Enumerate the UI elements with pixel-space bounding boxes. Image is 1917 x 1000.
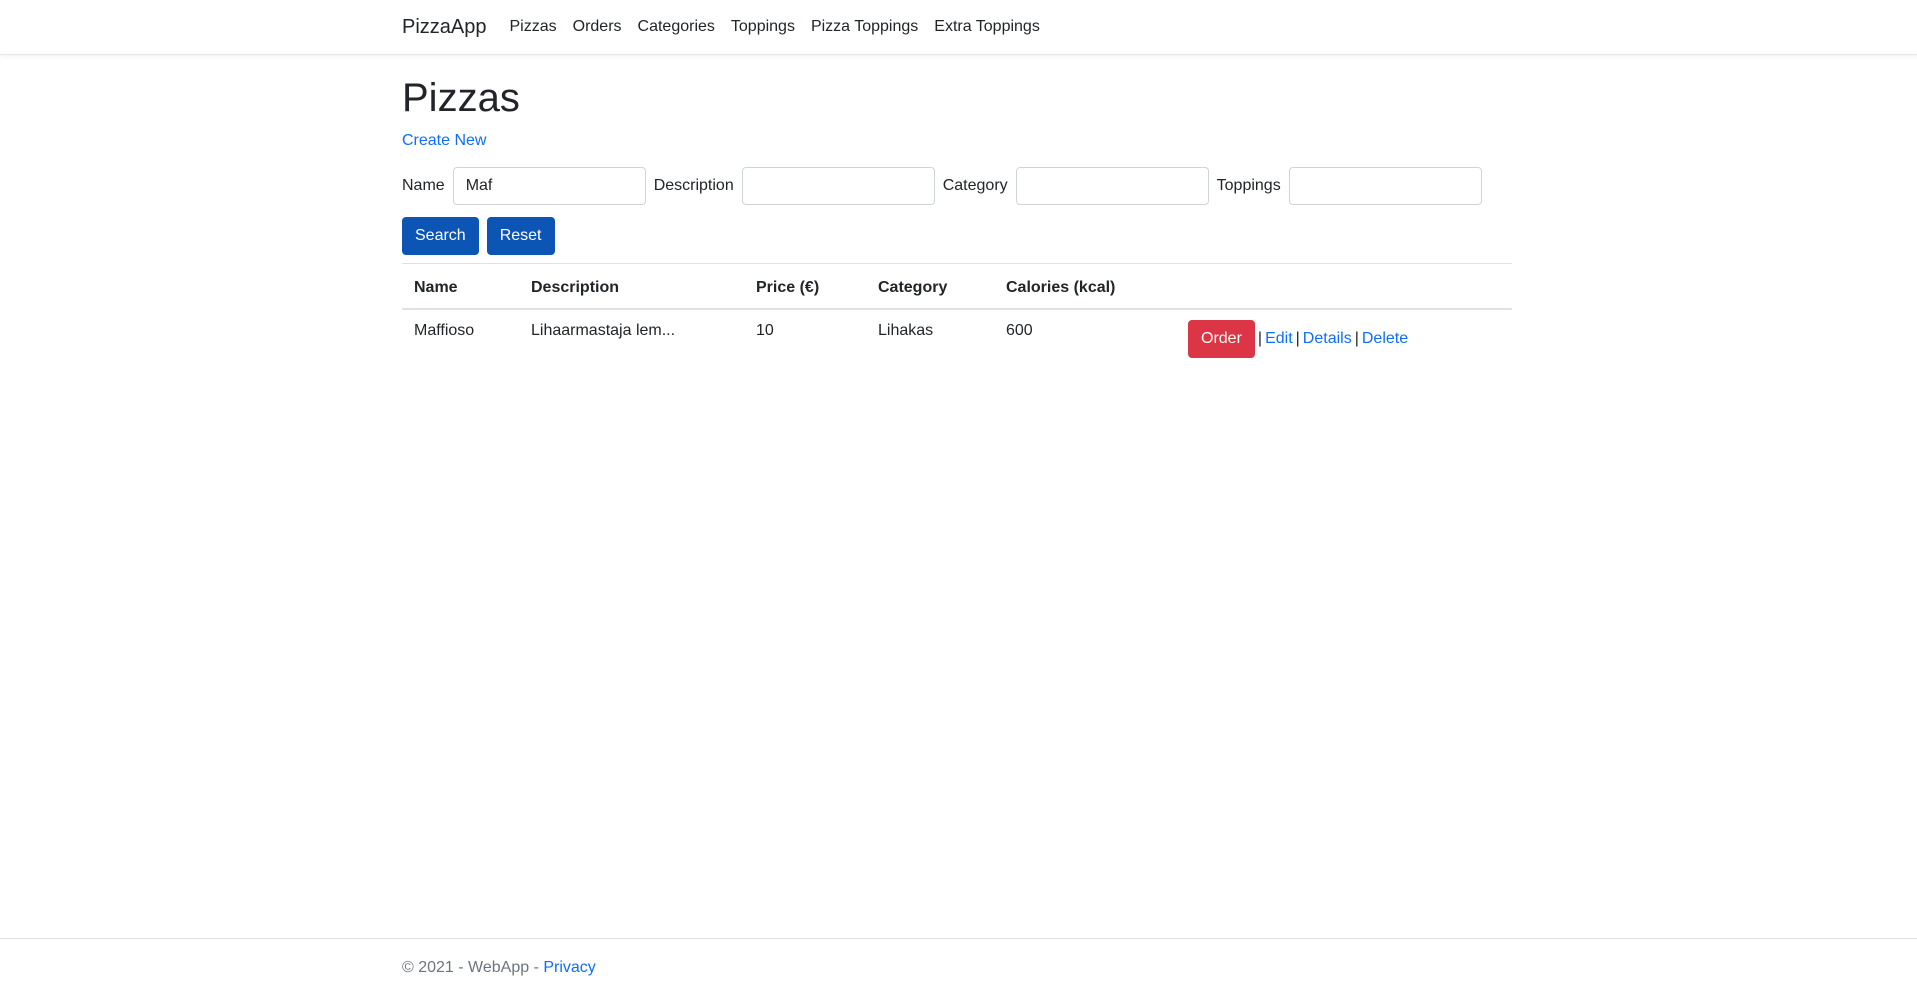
table-body: Maffioso Lihaarmastaja lem... 10 Lihakas… xyxy=(402,309,1512,370)
column-header-actions xyxy=(1176,263,1512,310)
description-filter-input[interactable] xyxy=(741,167,935,205)
column-header-price: Price (€) xyxy=(744,263,866,310)
filter-form: Name Description Category Toppings Searc… xyxy=(402,167,1512,255)
table-row: Maffioso Lihaarmastaja lem... 10 Lihakas… xyxy=(402,309,1512,370)
column-header-name: Name xyxy=(402,263,519,310)
nav-link-categories[interactable]: Categories xyxy=(638,18,715,36)
cell-category: Lihakas xyxy=(878,322,934,339)
page-title: Pizzas xyxy=(402,76,520,120)
cell-calories: 600 xyxy=(1006,322,1033,339)
footer: © 2021 - WebApp - Privacy xyxy=(0,938,1917,1000)
name-filter-label: Name xyxy=(402,177,445,194)
column-header-calories: Calories (kcal) xyxy=(994,263,1176,310)
category-filter-label: Category xyxy=(942,177,1008,194)
reset-button[interactable]: Reset xyxy=(486,217,555,255)
description-filter-label: Description xyxy=(653,177,734,194)
order-button[interactable]: Order xyxy=(1188,320,1255,358)
category-filter-input[interactable] xyxy=(1015,167,1209,205)
details-link[interactable]: Details xyxy=(1303,330,1352,348)
footer-text: © 2021 - WebApp - xyxy=(402,959,544,976)
brand-link[interactable]: PizzaApp xyxy=(402,16,487,39)
main-container: Pizzas Create New Name Description Categ… xyxy=(402,54,1512,370)
table-header: Name Description Price (€) Category Calo… xyxy=(402,263,1512,310)
delete-link[interactable]: Delete xyxy=(1362,330,1408,348)
column-header-description: Description xyxy=(519,263,744,310)
cell-price: 10 xyxy=(756,322,774,339)
pizzas-table: Name Description Price (€) Category Calo… xyxy=(402,263,1512,370)
action-separator: | xyxy=(1354,330,1359,347)
cell-description: Lihaarmastaja lem... xyxy=(531,322,676,339)
privacy-link[interactable]: Privacy xyxy=(543,959,595,976)
nav-link-toppings[interactable]: Toppings xyxy=(731,18,795,36)
row-actions: Order | Edit | Details | Delete xyxy=(1188,320,1500,358)
filter-row: Name Description Category Toppings xyxy=(402,167,1512,205)
create-new-link[interactable]: Create New xyxy=(402,132,486,150)
column-header-category: Category xyxy=(866,263,994,310)
cell-actions: Order | Edit | Details | Delete xyxy=(1176,309,1512,370)
navbar-content: PizzaApp Pizzas Orders Categories Toppin… xyxy=(402,0,1056,54)
search-button[interactable]: Search xyxy=(402,217,479,255)
toppings-filter-label: Toppings xyxy=(1216,177,1281,194)
action-separator: | xyxy=(1295,330,1300,347)
table-header-row: Name Description Price (€) Category Calo… xyxy=(402,263,1512,310)
navbar: PizzaApp Pizzas Orders Categories Toppin… xyxy=(0,0,1917,55)
nav-link-orders[interactable]: Orders xyxy=(573,18,622,36)
cell-name: Maffioso xyxy=(414,322,475,339)
filter-buttons: Search Reset xyxy=(402,217,1512,255)
nav-link-pizzas[interactable]: Pizzas xyxy=(510,18,557,36)
toppings-filter-input[interactable] xyxy=(1288,167,1482,205)
action-separator: | xyxy=(1257,330,1263,347)
name-filter-input[interactable] xyxy=(452,167,646,205)
edit-link[interactable]: Edit xyxy=(1265,330,1293,348)
nav-link-pizza-toppings[interactable]: Pizza Toppings xyxy=(811,18,918,36)
nav-link-extra-toppings[interactable]: Extra Toppings xyxy=(934,18,1040,36)
footer-content: © 2021 - WebApp - Privacy xyxy=(402,959,596,977)
